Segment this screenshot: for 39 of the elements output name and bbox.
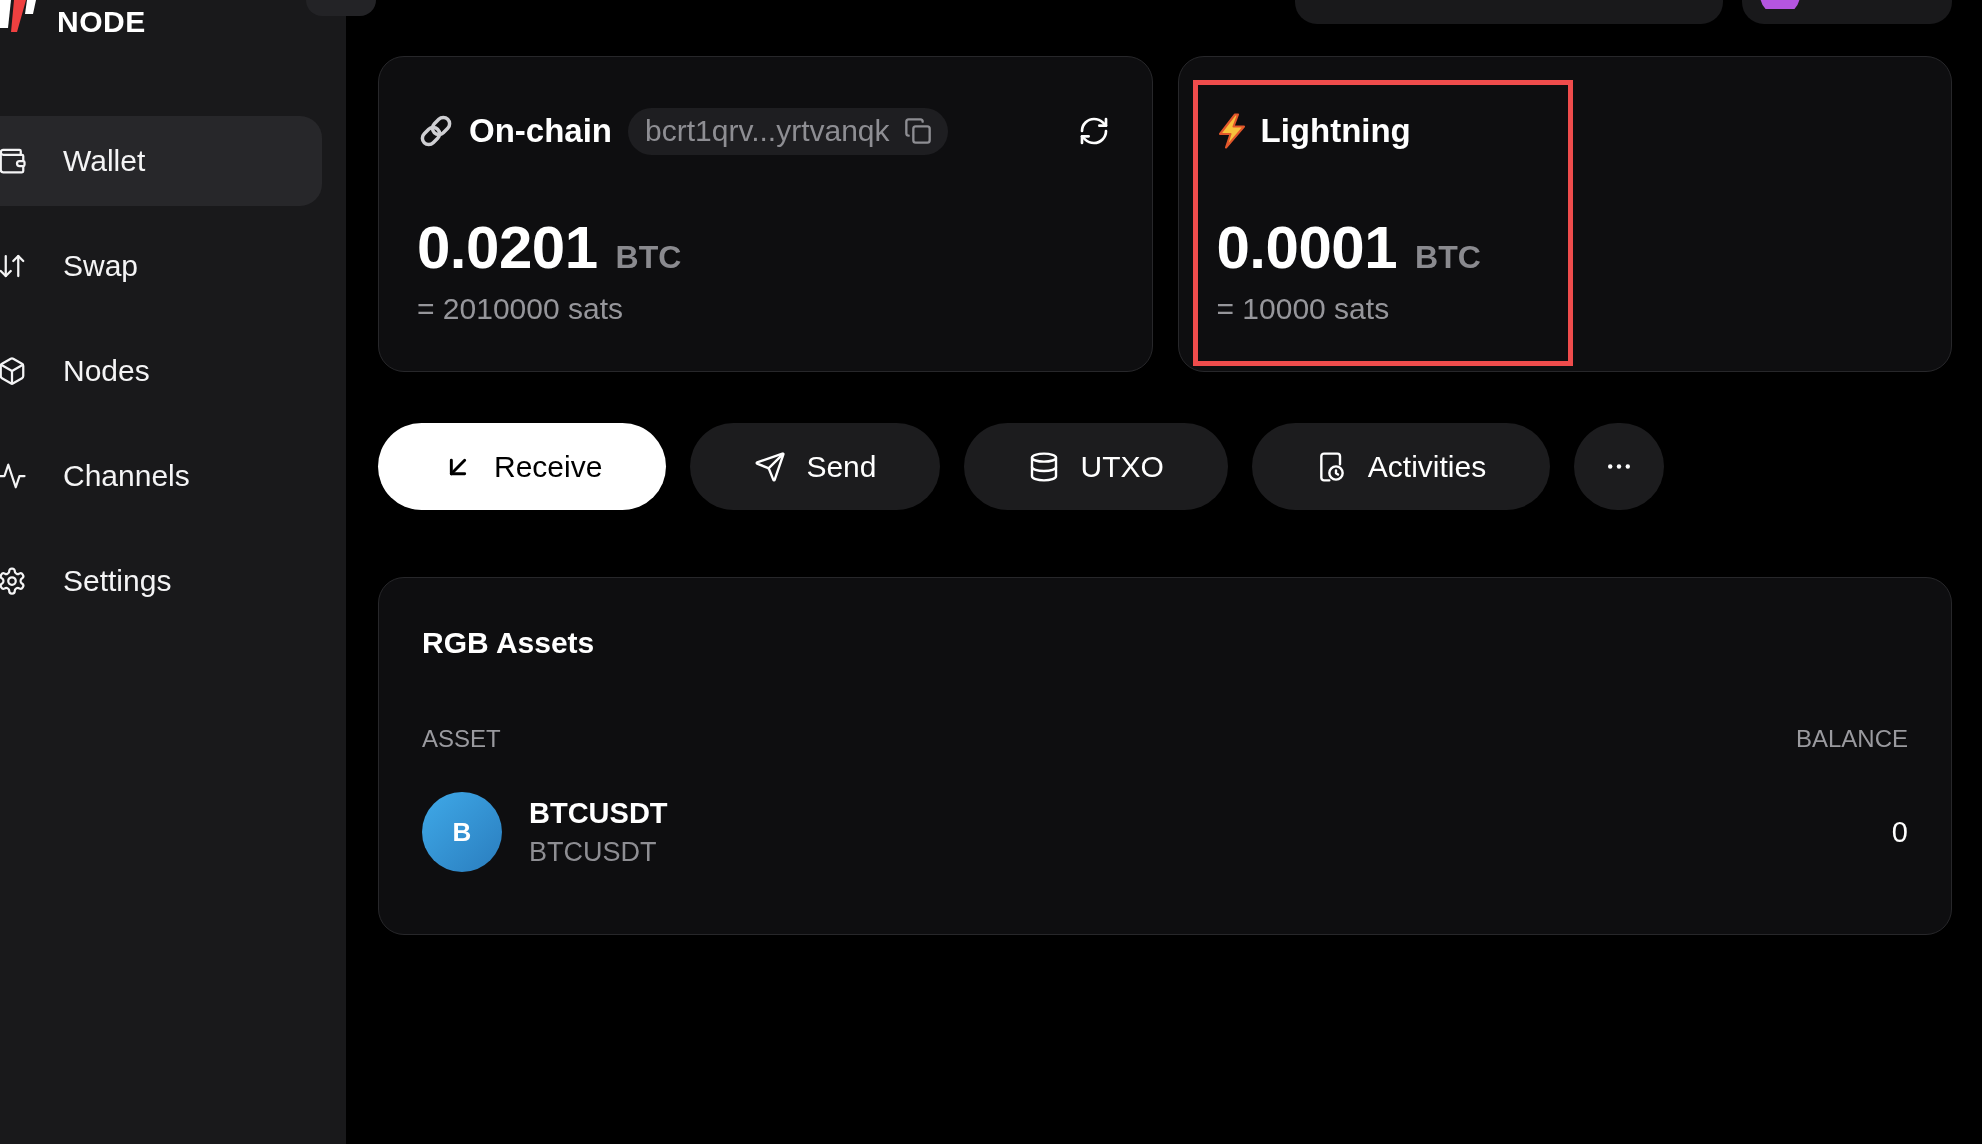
- nav-item[interactable]: Swap: [0, 221, 322, 311]
- receive-button[interactable]: Receive: [378, 423, 667, 510]
- unit-label: BTC: [1415, 238, 1481, 277]
- balance-value: 0: [1891, 815, 1908, 850]
- logo-icon: [0, 0, 36, 32]
- cube-icon: [0, 356, 27, 386]
- lightning-icon: [1216, 113, 1247, 149]
- column-header: ASSET: [422, 724, 501, 754]
- sidebar-toggle-button[interactable]: [306, 0, 376, 16]
- nav-item[interactable]: Wallet: [0, 116, 322, 206]
- pulse-icon: [0, 461, 27, 491]
- wallet-icon: [0, 146, 27, 176]
- settings-icon: [0, 566, 27, 596]
- balance-title: On-chain: [469, 111, 612, 151]
- asset-ticker: BTCUSDT: [529, 835, 658, 869]
- utxo-button[interactable]: UTXO: [964, 423, 1228, 510]
- assets-title: RGB Assets: [422, 625, 596, 661]
- asset-name: BTCUSDT: [529, 795, 668, 831]
- nav-item[interactable]: Settings: [0, 536, 322, 626]
- nav-item[interactable]: Nodes: [0, 326, 322, 416]
- copy-icon: [903, 117, 932, 145]
- nav-item[interactable]: Channels: [0, 431, 322, 521]
- asset-avatar: B: [422, 792, 502, 872]
- balance-title: Lightning: [1260, 111, 1411, 151]
- header-capsule[interactable]: [1295, 0, 1723, 24]
- avatar-icon: [1760, 0, 1800, 9]
- balance-amount: 0.0001: [1216, 213, 1397, 283]
- balance-amount: 0.0201: [417, 213, 598, 283]
- profile-capsule[interactable]: [1742, 0, 1952, 24]
- address-copy-button[interactable]: bcrt1qrv...yrtvanqk: [628, 107, 948, 155]
- sats-amount: = 2010000 sats: [417, 291, 624, 327]
- column-header: BALANCE: [1795, 724, 1908, 754]
- activities-button[interactable]: Activities: [1251, 423, 1551, 510]
- sats-amount: = 10000 sats: [1216, 291, 1391, 327]
- paper-plane-icon: [754, 450, 787, 483]
- send-button[interactable]: Send: [690, 423, 941, 510]
- logo-text: NODE: [57, 6, 146, 38]
- more-icon: [1608, 464, 1631, 469]
- unit-label: BTC: [615, 238, 682, 277]
